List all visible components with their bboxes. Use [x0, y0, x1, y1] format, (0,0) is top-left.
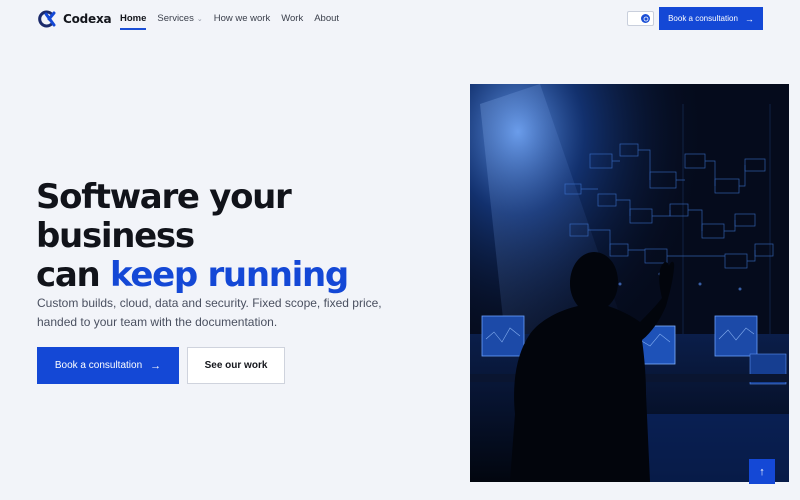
scroll-to-top-button[interactable]: ↑ [749, 459, 775, 484]
nav-services[interactable]: Services ⌄ [157, 13, 202, 24]
nav-work[interactable]: Work [281, 13, 303, 24]
main-menu: Home Services ⌄ How we work Work About [120, 13, 350, 30]
brand-logo[interactable]: Codexa [37, 9, 112, 29]
see-our-work-button[interactable]: See our work [187, 347, 285, 384]
nav-home[interactable]: Home [120, 13, 147, 30]
hero-photo [470, 84, 789, 482]
arrow-right-icon: → [150, 359, 162, 372]
nav-how-we-work[interactable]: How we work [214, 13, 271, 24]
arrow-right-icon: → [744, 13, 754, 24]
nav-cta-label: Book a consultation [668, 14, 738, 23]
nav-services-label: Services [157, 13, 194, 24]
top-navigation: Codexa Home Services ⌄ How we work Work … [0, 0, 800, 38]
hero-headline: Software your business can keep running [36, 178, 456, 295]
chevron-down-icon: ⌄ [196, 15, 203, 23]
brand-name: Codexa [63, 12, 112, 26]
hero-subtext: Custom builds, cloud, data and security.… [37, 296, 382, 329]
codexa-logo-icon [38, 10, 56, 28]
theme-toggle-icon [641, 14, 650, 23]
headline-line-1: Software your business [36, 177, 292, 256]
nav-about[interactable]: About [314, 13, 339, 24]
headline-accent: keep running [109, 255, 349, 295]
hero-photo-person-at-data-wall [470, 84, 789, 482]
arrow-up-icon: ↑ [759, 465, 765, 478]
nav-book-consultation-button[interactable]: Book a consultation → [659, 7, 763, 30]
headline-line-2-plain: can [36, 255, 110, 295]
primary-button-label: Book a consultation [54, 360, 143, 371]
theme-toggle[interactable] [627, 11, 654, 26]
book-consultation-button[interactable]: Book a consultation → [37, 347, 179, 384]
